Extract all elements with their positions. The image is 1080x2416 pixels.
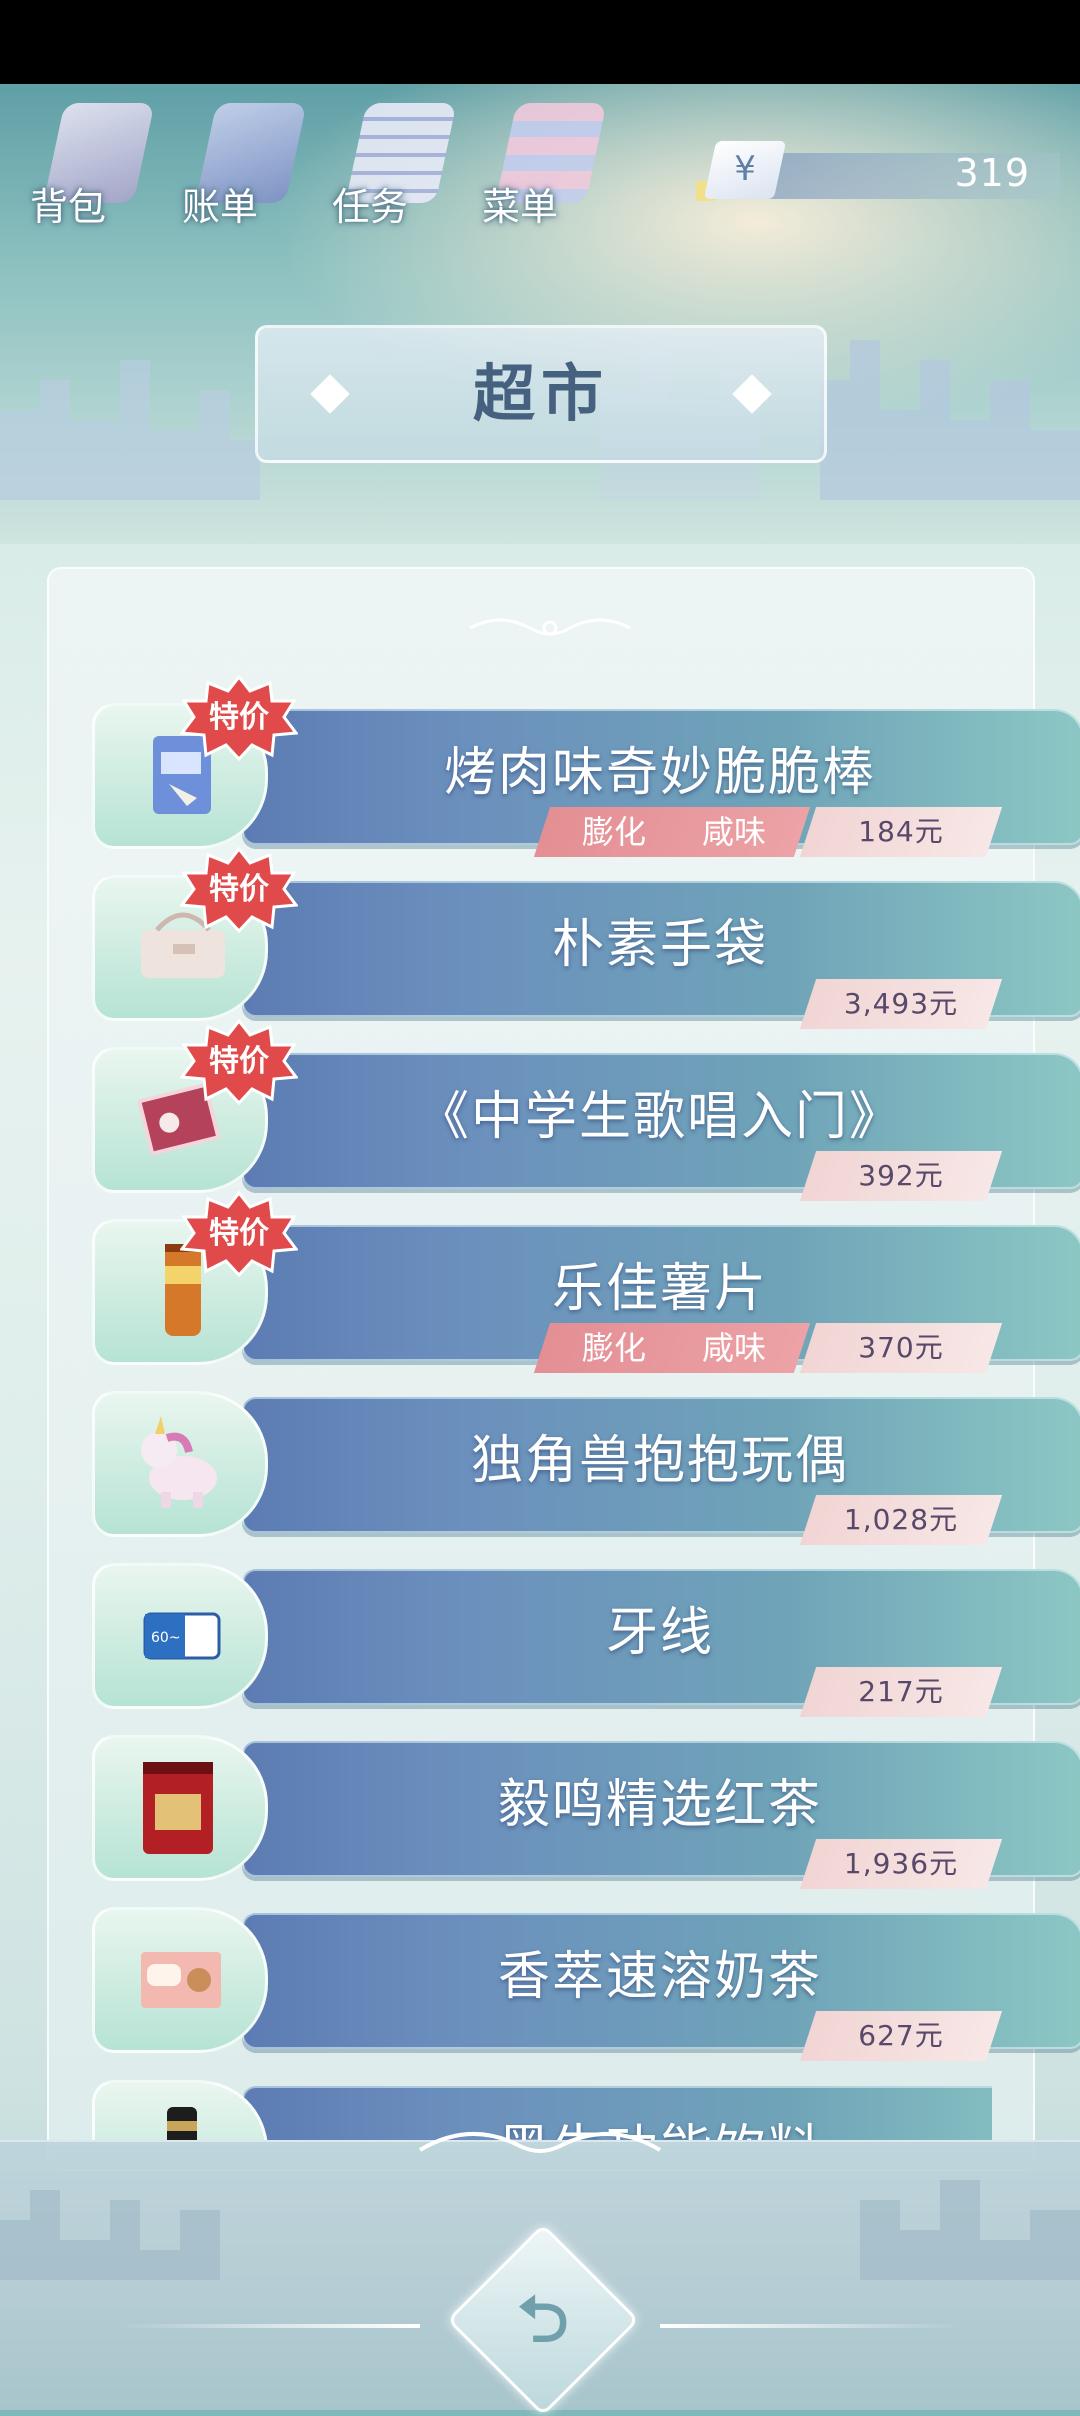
item-price: 1,936元 <box>843 1847 959 1880</box>
tag: 膨化 <box>582 1329 647 1367</box>
item-thumbnail <box>92 1391 268 1537</box>
item-tags: 膨化 咸味 <box>533 807 811 857</box>
money-value: 319 <box>954 151 1030 195</box>
floss-icon: 60~ <box>143 1612 221 1660</box>
yen-icon: ¥ <box>703 141 787 199</box>
back-arrow-icon: ⮌ <box>517 2283 569 2357</box>
bag-label: 背包 <box>30 185 107 229</box>
ornament-icon <box>418 2131 662 2153</box>
milk-tea-box-icon <box>141 1952 221 2008</box>
item-price: 370元 <box>858 1331 944 1364</box>
menu-label: 菜单 <box>482 185 559 229</box>
sale-badge: 特价 <box>180 1019 298 1105</box>
shop-item[interactable]: 毅鸣精选红茶 1,936元 <box>92 1735 1080 1889</box>
shop-item[interactable]: 烤肉味奇妙脆脆棒 膨化 咸味 184元 特价 <box>92 675 1080 857</box>
task-label: 任务 <box>332 185 409 229</box>
item-thumbnail: 60~ <box>92 1563 268 1709</box>
item-price-tag: 370元 <box>799 1323 1003 1373</box>
shop-item[interactable]: 朴素手袋 3,493元 特价 <box>92 847 1080 1029</box>
item-price-tag: 627元 <box>799 2011 1003 2061</box>
task-button[interactable]: 任务 <box>332 95 462 235</box>
bill-label: 账单 <box>182 185 259 229</box>
shop-item[interactable]: 《中学生歌唱入门》 392元 特价 <box>92 1019 1080 1201</box>
sale-badge: 特价 <box>180 675 298 761</box>
bill-button[interactable]: 账单 <box>182 95 312 235</box>
title-panel: 超市 <box>255 325 827 463</box>
item-price: 627元 <box>858 2019 944 2052</box>
item-price-tag: 1,936元 <box>799 1839 1003 1889</box>
item-price-tag: 392元 <box>799 1151 1003 1201</box>
item-tags: 膨化 咸味 <box>533 1323 811 1373</box>
svg-text:60~: 60~ <box>151 1630 181 1646</box>
sale-badge: 特价 <box>180 1191 298 1277</box>
tea-can-icon <box>143 1762 213 1854</box>
item-price-tag: 217元 <box>799 1667 1003 1717</box>
shop-item[interactable]: 乐佳薯片 膨化 咸味 370元 特价 <box>92 1191 1080 1373</box>
menu-button[interactable]: 菜单 <box>482 95 612 235</box>
status-bar <box>0 0 1080 84</box>
tag: 膨化 <box>582 813 647 851</box>
money-display: ¥ 319 <box>696 141 1070 201</box>
item-price-tag: 3,493元 <box>799 979 1003 1029</box>
unicorn-plush-icon <box>141 1416 217 1508</box>
item-price-tag: 184元 <box>799 807 1003 857</box>
item-price: 392元 <box>858 1159 944 1192</box>
tag: 咸味 <box>702 813 767 851</box>
item-thumbnail <box>92 2080 268 2142</box>
item-price-tag: 1,028元 <box>799 1495 1003 1545</box>
ornament-icon <box>469 618 631 636</box>
shop-item[interactable]: 香萃速溶奶茶 627元 <box>92 1907 1080 2061</box>
divider-left <box>120 2324 420 2328</box>
energy-drink-icon <box>167 2107 197 2142</box>
sale-badge: 特价 <box>180 847 298 933</box>
bag-button[interactable]: 背包 <box>30 95 160 235</box>
item-thumbnail <box>92 1735 268 1881</box>
tag: 咸味 <box>702 1329 767 1367</box>
item-price: 1,028元 <box>843 1503 959 1536</box>
shop-item[interactable]: 独角兽抱抱玩偶 1,028元 <box>92 1391 1080 1545</box>
item-price: 184元 <box>858 815 944 848</box>
divider-right <box>660 2324 960 2328</box>
item-price: 217元 <box>858 1675 944 1708</box>
shop-item[interactable]: 60~ 牙线 217元 <box>92 1563 1080 1717</box>
item-thumbnail <box>92 1907 268 2053</box>
item-price: 3,493元 <box>843 987 959 1020</box>
